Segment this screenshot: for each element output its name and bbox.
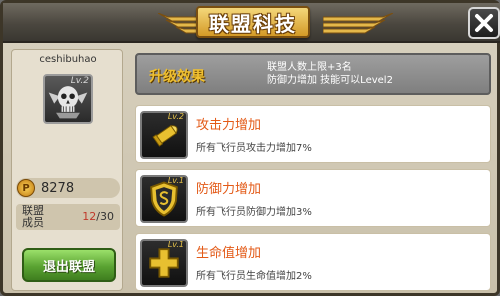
tech-level: Lv.1: [167, 240, 184, 249]
members-max: 30: [100, 210, 114, 223]
members-current: 12: [82, 210, 97, 223]
coin-icon: P: [17, 179, 35, 197]
tech-list-panel: 升级效果 联盟人数上限+3名 防御力增加 技能可以Level2 Lv.2 攻击力…: [129, 49, 497, 295]
window-title: 联盟科技: [209, 11, 297, 36]
upgrade-effect-label: 升级效果: [149, 69, 205, 85]
title-plate: 联盟科技: [196, 6, 310, 38]
tech-name: 攻击力增加: [196, 118, 262, 133]
leave-alliance-button[interactable]: 退出联盟: [22, 248, 116, 282]
tech-name: 防御力增加: [196, 182, 262, 197]
tech-item-health[interactable]: Lv.1 生命值增加 所有飞行员生命值增加2%: [135, 233, 491, 291]
tech-desc: 所有飞行员防御力增加3%: [196, 207, 312, 218]
right-wing-ornament: [323, 13, 393, 34]
alliance-tech-window: 联盟科技 ceshibuhao Lv.2 P 8278 联盟成员 12/30 退…: [0, 0, 500, 296]
upgrade-effect-text: 联盟人数上限+3名 防御力增加 技能可以Level2: [267, 61, 393, 87]
upgrade-effect-box: 升级效果 联盟人数上限+3名 防御力增加 技能可以Level2: [135, 53, 491, 95]
currency-display: P 8278: [16, 178, 120, 198]
close-icon: [475, 14, 493, 32]
member-count: 联盟成员 12/30: [16, 204, 120, 230]
tech-level: Lv.1: [167, 176, 184, 185]
tech-desc: 所有飞行员攻击力增加7%: [196, 143, 312, 154]
tech-icon-frame: Lv.1: [140, 239, 188, 287]
avatar-level: Lv.2: [70, 76, 89, 86]
tech-item-defense[interactable]: Lv.1 防御力增加 所有飞行员防御力增加3%: [135, 169, 491, 227]
player-name: ceshibuhao: [39, 54, 97, 65]
tech-icon-frame: Lv.1: [140, 175, 188, 223]
upgrade-line-2: 防御力增加 技能可以Level2: [267, 75, 393, 86]
player-panel: ceshibuhao Lv.2 P 8278 联盟成员 12/30 退出联盟: [11, 49, 123, 291]
avatar[interactable]: Lv.2: [43, 74, 93, 124]
close-button[interactable]: [468, 7, 500, 39]
members-label: 联盟成员: [22, 204, 44, 229]
tech-name: 生命值增加: [196, 246, 262, 261]
tech-item-attack[interactable]: Lv.2 攻击力增加 所有飞行员攻击力增加7%: [135, 105, 491, 163]
members-count: 12/30: [82, 210, 114, 223]
tech-icon-frame: Lv.2: [140, 111, 188, 159]
currency-value: 8278: [41, 180, 75, 196]
upgrade-line-1: 联盟人数上限+3名: [267, 62, 352, 73]
tech-desc: 所有飞行员生命值增加2%: [196, 271, 312, 282]
window-header: 联盟科技: [3, 3, 500, 43]
tech-level: Lv.2: [167, 112, 184, 121]
